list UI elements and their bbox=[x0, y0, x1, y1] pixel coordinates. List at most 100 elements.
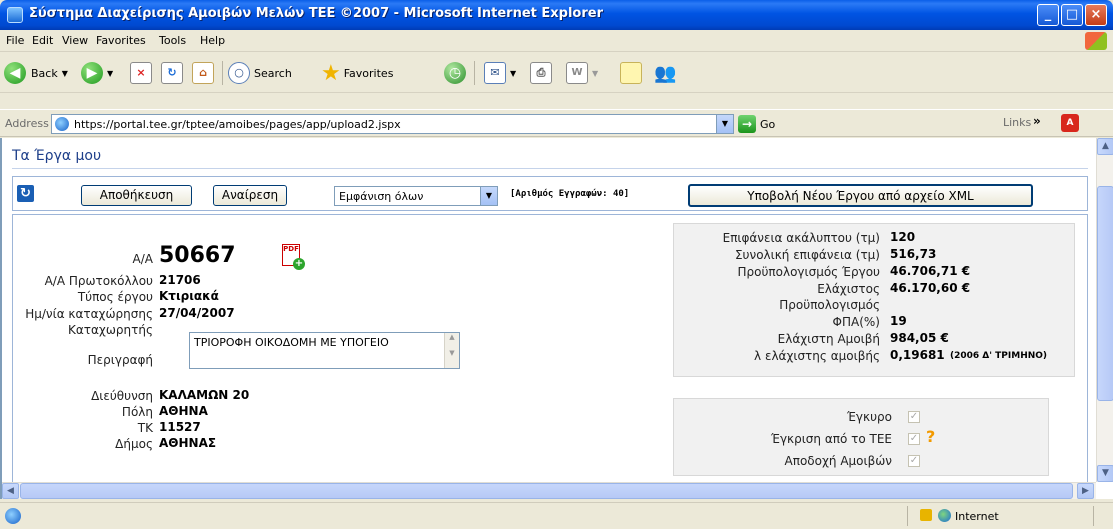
tee-approval-label: Έγκριση από το ΤΕΕ bbox=[771, 432, 892, 446]
mail-button[interactable]: ✉ ▼ bbox=[484, 61, 516, 85]
search-label: Search bbox=[254, 66, 292, 80]
chevron-right-icon[interactable]: » bbox=[1033, 114, 1041, 128]
address-url: https://portal.tee.gr/tptee/amoibes/page… bbox=[74, 118, 401, 131]
edit-button[interactable]: W ▼ bbox=[566, 61, 598, 85]
menu-favorites[interactable]: Favorites bbox=[96, 34, 146, 47]
close-button[interactable]: × bbox=[1085, 4, 1107, 26]
go-label: Go bbox=[760, 117, 776, 131]
chevron-down-icon: ▼ bbox=[480, 187, 497, 205]
toolbar-divider bbox=[222, 61, 223, 85]
address-dropdown-icon[interactable]: ▼ bbox=[716, 115, 733, 133]
page-viewport: Τα Έργα μου ↻ Αποθήκευση Αναίρεση Εμφάνι… bbox=[0, 138, 1113, 499]
save-button[interactable]: Αποθήκευση bbox=[81, 185, 192, 206]
standard-toolbar: ◀ Back ▼ ▶ ▼ × ↻ ⌂ ○ Search ★ Favorites … bbox=[0, 53, 1113, 93]
aa-label: Α/Α bbox=[132, 252, 153, 266]
scroll-right-icon[interactable]: ▶ bbox=[1077, 483, 1094, 499]
menu-help[interactable]: Help bbox=[200, 34, 225, 47]
total-area-value: 516,73 bbox=[890, 247, 937, 261]
stop-icon: × bbox=[130, 62, 152, 84]
printer-icon: ⎙ bbox=[530, 62, 552, 84]
address-input[interactable]: https://portal.tee.gr/tptee/amoibes/page… bbox=[51, 114, 734, 134]
messenger-button[interactable]: 👥 bbox=[654, 61, 676, 85]
search-button[interactable]: ○ Search bbox=[228, 61, 292, 85]
action-bar: ↻ Αποθήκευση Αναίρεση Εμφάνιση όλων ▼ [Α… bbox=[12, 176, 1088, 211]
go-arrow-icon: → bbox=[738, 115, 756, 133]
budget-label: Προϋπολογισμός Έργου bbox=[737, 265, 881, 279]
address-label: Address bbox=[5, 117, 49, 130]
page-status-icon bbox=[5, 508, 21, 524]
vat-label: ΦΠΑ(%) bbox=[832, 315, 880, 329]
tee-approval-checkbox[interactable]: ✓ bbox=[908, 433, 920, 445]
go-button[interactable]: → Go bbox=[738, 115, 775, 133]
scroll-down-icon[interactable]: ▼ bbox=[1097, 465, 1113, 482]
back-button[interactable]: ◀ Back ▼ bbox=[4, 61, 68, 85]
scroll-left-icon[interactable]: ◀ bbox=[2, 483, 19, 499]
filter-select[interactable]: Εμφάνιση όλων ▼ bbox=[334, 186, 498, 206]
forward-button[interactable]: ▶ ▼ bbox=[81, 61, 113, 85]
filter-value: Εμφάνιση όλων bbox=[339, 190, 424, 203]
tk-label: ΤΚ bbox=[137, 421, 153, 435]
min-budget-label: Ελάχιστος bbox=[817, 282, 880, 296]
lambda-period: (2006 Δ' ΤΡΙΜΗΝΟ) bbox=[950, 351, 1048, 361]
horizontal-scroll-thumb[interactable] bbox=[20, 483, 1073, 499]
menu-tools[interactable]: Tools bbox=[159, 34, 186, 47]
aa-value: 50667 bbox=[159, 243, 236, 268]
vertical-scrollbar[interactable]: ▲ ▼ bbox=[1096, 138, 1113, 482]
favorites-button[interactable]: ★ Favorites bbox=[321, 60, 393, 86]
pdf-add-icon[interactable]: PDF + bbox=[282, 244, 305, 270]
chevron-down-icon: ▼ bbox=[510, 68, 517, 78]
window-title: Σύστημα Διαχείρισης Αμοιβών Μελών ΤΕΕ ©2… bbox=[29, 6, 604, 21]
help-icon[interactable]: ? bbox=[926, 427, 935, 446]
links-toolbar[interactable]: Links bbox=[1003, 116, 1031, 129]
city-value: ΑΘΗΝΑ bbox=[159, 404, 208, 418]
upload-xml-button[interactable]: Υποβολή Νέου Έργου από αρχείο XML bbox=[688, 184, 1033, 207]
address-value: ΚΑΛΑΜΩΝ 20 bbox=[159, 388, 250, 402]
chevron-down-icon: ▼ bbox=[107, 68, 114, 78]
discuss-button[interactable] bbox=[620, 61, 642, 85]
status-divider bbox=[1093, 506, 1094, 526]
menu-view[interactable]: View bbox=[62, 34, 88, 47]
home-button[interactable]: ⌂ bbox=[192, 61, 214, 85]
budget-value: 46.706,71 € bbox=[890, 264, 971, 278]
lambda-value: 0,19681 bbox=[890, 348, 945, 362]
minimize-button[interactable]: _ bbox=[1037, 4, 1059, 26]
stop-button[interactable]: × bbox=[130, 61, 152, 85]
star-icon: ★ bbox=[321, 60, 341, 86]
scroll-up-icon[interactable]: ▲ bbox=[1097, 138, 1113, 155]
horizontal-scrollbar[interactable]: ◀ ▶ bbox=[2, 482, 1096, 499]
menu-file[interactable]: File bbox=[6, 34, 24, 47]
figures-panel: Επιφάνεια ακάλυπτου (τμ) 120 Συνολική επ… bbox=[673, 223, 1075, 377]
pdf-tool-icon[interactable]: A bbox=[1061, 114, 1079, 132]
history-icon: ◷ bbox=[444, 62, 466, 84]
vertical-scroll-thumb[interactable] bbox=[1097, 186, 1113, 401]
description-field[interactable]: ΤΡΙΟΡΟΦΗ ΟΙΚΟΔΟΜΗ ΜΕ ΥΠΟΓΕΙΟ ▲ ▼ bbox=[189, 332, 460, 369]
page-title: Τα Έργα μου bbox=[12, 148, 102, 164]
min-budget-label-cont: Προϋπολογισμός bbox=[779, 298, 880, 312]
fee-acceptance-checkbox[interactable]: ✓ bbox=[908, 455, 920, 467]
divider bbox=[12, 168, 1088, 169]
reload-icon[interactable]: ↻ bbox=[17, 185, 34, 202]
valid-label: Έγκυρο bbox=[846, 410, 892, 424]
chevron-down-icon: ▼ bbox=[61, 68, 68, 78]
forward-arrow-icon: ▶ bbox=[81, 62, 103, 84]
protocol-value: 21706 bbox=[159, 273, 201, 287]
back-label: Back bbox=[31, 66, 58, 80]
record-count: [Αριθμός Εγγραφών: 40] bbox=[510, 189, 630, 199]
history-button[interactable]: ◷ bbox=[444, 61, 466, 85]
menu-bar: File Edit View Favorites Tools Help bbox=[0, 30, 1113, 52]
valid-checkbox[interactable]: ✓ bbox=[908, 411, 920, 423]
city-label: Πόλη bbox=[121, 405, 153, 419]
mail-icon: ✉ bbox=[484, 62, 506, 84]
min-budget-value: 46.170,60 € bbox=[890, 281, 971, 295]
maximize-button[interactable]: □ bbox=[1061, 4, 1083, 26]
menu-edit[interactable]: Edit bbox=[32, 34, 53, 47]
registrar-label: Καταχωρητής bbox=[68, 323, 153, 337]
print-button[interactable]: ⎙ bbox=[530, 61, 552, 85]
textarea-scrollbar[interactable]: ▲ ▼ bbox=[444, 333, 459, 368]
refresh-button[interactable]: ↻ bbox=[161, 61, 183, 85]
type-label: Τύπος έργου bbox=[77, 290, 153, 304]
undo-button[interactable]: Αναίρεση bbox=[213, 185, 287, 206]
refresh-icon: ↻ bbox=[161, 62, 183, 84]
vat-value: 19 bbox=[890, 314, 907, 328]
security-zone: Internet bbox=[955, 510, 999, 523]
